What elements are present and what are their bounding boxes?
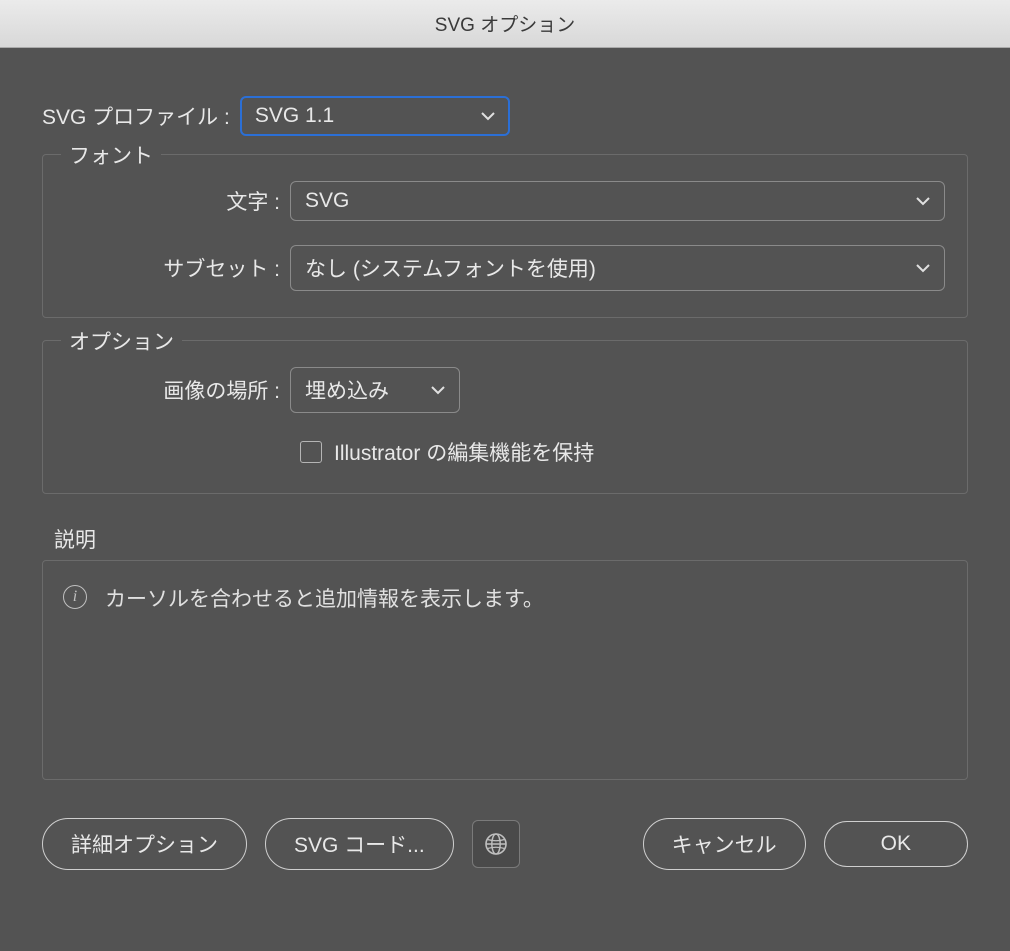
description-box: i カーソルを合わせると追加情報を表示します。: [42, 560, 968, 780]
chevron-down-icon: [481, 112, 495, 121]
preserve-editing-label: Illustrator の編集機能を保持: [334, 437, 594, 467]
options-fieldset: オプション 画像の場所 : 埋め込み Illustrator の編集機能を保持: [42, 340, 968, 494]
image-location-label: 画像の場所 :: [65, 375, 290, 405]
font-subset-label: サブセット :: [65, 253, 290, 283]
svg-profile-dropdown[interactable]: SVG 1.1: [240, 96, 510, 136]
description-section: 説明 i カーソルを合わせると追加情報を表示します。: [42, 524, 968, 780]
svg-profile-row: SVG プロファイル : SVG 1.1: [42, 96, 968, 136]
image-location-value: 埋め込み: [305, 375, 389, 405]
cancel-button[interactable]: キャンセル: [643, 818, 806, 870]
chevron-down-icon: [431, 386, 445, 395]
chevron-down-icon: [916, 197, 930, 206]
font-type-row: 文字 : SVG: [65, 181, 945, 221]
svg-profile-label: SVG プロファイル :: [42, 101, 240, 131]
info-icon: i: [63, 585, 87, 609]
font-type-dropdown[interactable]: SVG: [290, 181, 945, 221]
svg-profile-value: SVG 1.1: [255, 104, 334, 128]
font-subset-row: サブセット : なし (システムフォントを使用): [65, 245, 945, 291]
chevron-down-icon: [916, 264, 930, 273]
description-label: 説明: [54, 524, 968, 554]
dialog-content: SVG プロファイル : SVG 1.1 フォント 文字 : SVG: [0, 48, 1010, 951]
image-location-row: 画像の場所 : 埋め込み: [65, 367, 945, 413]
preserve-editing-row: Illustrator の編集機能を保持: [300, 437, 945, 467]
description-text: カーソルを合わせると追加情報を表示します。: [105, 583, 544, 613]
font-type-label: 文字 :: [65, 186, 290, 216]
preserve-editing-checkbox[interactable]: [300, 441, 322, 463]
ok-button[interactable]: OK: [824, 821, 968, 867]
svg-code-button[interactable]: SVG コード...: [265, 818, 454, 870]
button-row: 詳細オプション SVG コード... キャンセル OK: [42, 818, 968, 870]
font-subset-value: なし (システムフォントを使用): [305, 253, 596, 283]
options-legend: オプション: [61, 326, 182, 356]
more-options-button[interactable]: 詳細オプション: [42, 818, 247, 870]
font-type-value: SVG: [305, 189, 349, 213]
font-subset-dropdown[interactable]: なし (システムフォントを使用): [290, 245, 945, 291]
window-titlebar: SVG オプション: [0, 0, 1010, 48]
window-title: SVG オプション: [435, 10, 575, 37]
font-legend: フォント: [61, 140, 161, 170]
globe-icon: [484, 832, 508, 856]
font-fieldset: フォント 文字 : SVG サブセット : なし (システムフォントを使用): [42, 154, 968, 318]
svg-options-dialog: SVG オプション SVG プロファイル : SVG 1.1 フォント 文字 :…: [0, 0, 1010, 951]
image-location-dropdown[interactable]: 埋め込み: [290, 367, 460, 413]
web-preview-button[interactable]: [472, 820, 520, 868]
